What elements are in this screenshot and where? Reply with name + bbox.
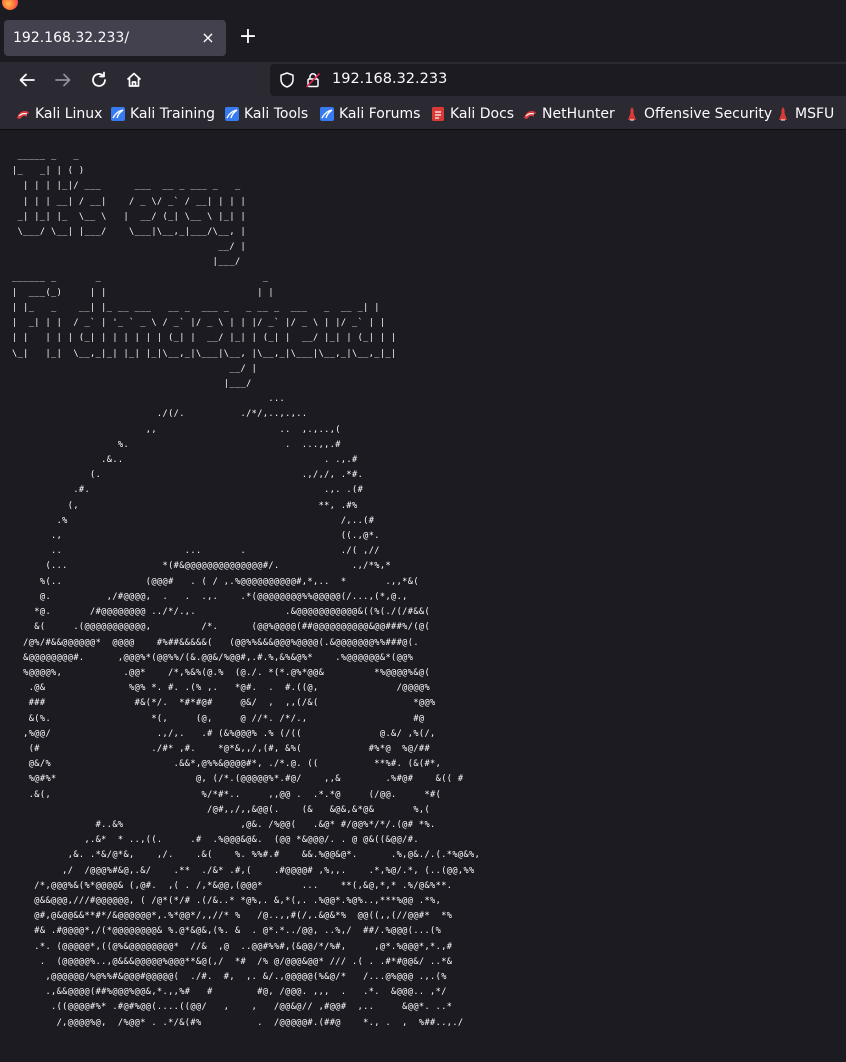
bookmarks-toolbar: Kali Linux Kali Training Kali Tools Kali… [0, 98, 846, 130]
reload-icon [92, 71, 106, 87]
bookmark-nethunter[interactable]: NetHunter [522, 105, 615, 123]
bookmark-label: MSFU [795, 106, 835, 122]
bookmark-label: Kali Tools [244, 106, 309, 122]
bookmark-kali-training[interactable]: Kali Training [110, 105, 215, 123]
tab-title: 192.168.32.233/ [13, 30, 130, 46]
bookmark-msfu[interactable]: MSFU [775, 105, 834, 123]
bookmark-kali-docs[interactable]: Kali Docs [430, 105, 514, 123]
back-button[interactable] [13, 66, 41, 94]
ascii-art-text: _____ _ _ |_ _| | ( ) | | | |_|/ ___ ___… [12, 151, 481, 1028]
kali-docs-icon [432, 107, 444, 121]
bookmark-kali-tools[interactable]: Kali Tools [224, 105, 308, 123]
kali-dragon-icon [17, 111, 29, 119]
reload-button[interactable] [85, 66, 113, 94]
bookmark-kali-linux[interactable]: Kali Linux [15, 105, 102, 123]
firefox-icon [2, 0, 18, 10]
navigation-toolbar: 192.168.32.233 [0, 62, 846, 98]
bookmark-label: Kali Training [130, 106, 215, 122]
bookmark-label: NetHunter [542, 106, 615, 122]
url-bar[interactable]: 192.168.32.233 [270, 64, 846, 96]
tab-close-icon[interactable]: × [198, 28, 218, 48]
offsec-icon [628, 107, 636, 121]
home-button[interactable] [120, 66, 148, 94]
bookmark-offensive-security[interactable]: Offensive Security [624, 105, 772, 123]
url-text[interactable]: 192.168.32.233 [332, 71, 447, 87]
bookmark-label: Kali Linux [35, 106, 103, 122]
arrow-right-icon [55, 73, 71, 87]
insecure-lock-icon[interactable] [304, 71, 322, 89]
window-titlebar [0, 0, 846, 14]
forward-button[interactable] [49, 66, 77, 94]
page-content: _____ _ _ |_ _| | ( ) | | | |_|/ ___ ___… [0, 131, 846, 1062]
nethunter-icon [524, 111, 536, 119]
bookmark-kali-forums[interactable]: Kali Forums [319, 105, 420, 123]
kali-tools-icon [225, 107, 239, 121]
tab-bar: 192.168.32.233/ × + [0, 14, 846, 62]
tab-active[interactable]: 192.168.32.233/ × [4, 20, 226, 56]
kali-forums-icon [320, 107, 334, 121]
msfu-icon [779, 107, 787, 121]
bookmark-label: Kali Docs [450, 106, 515, 122]
home-icon [126, 72, 142, 87]
shield-icon[interactable] [278, 71, 296, 89]
bookmark-label: Offensive Security [644, 106, 773, 122]
kali-training-icon [111, 107, 125, 121]
arrow-left-icon [19, 73, 35, 87]
new-tab-button[interactable]: + [236, 26, 260, 50]
bookmark-label: Kali Forums [339, 106, 421, 122]
